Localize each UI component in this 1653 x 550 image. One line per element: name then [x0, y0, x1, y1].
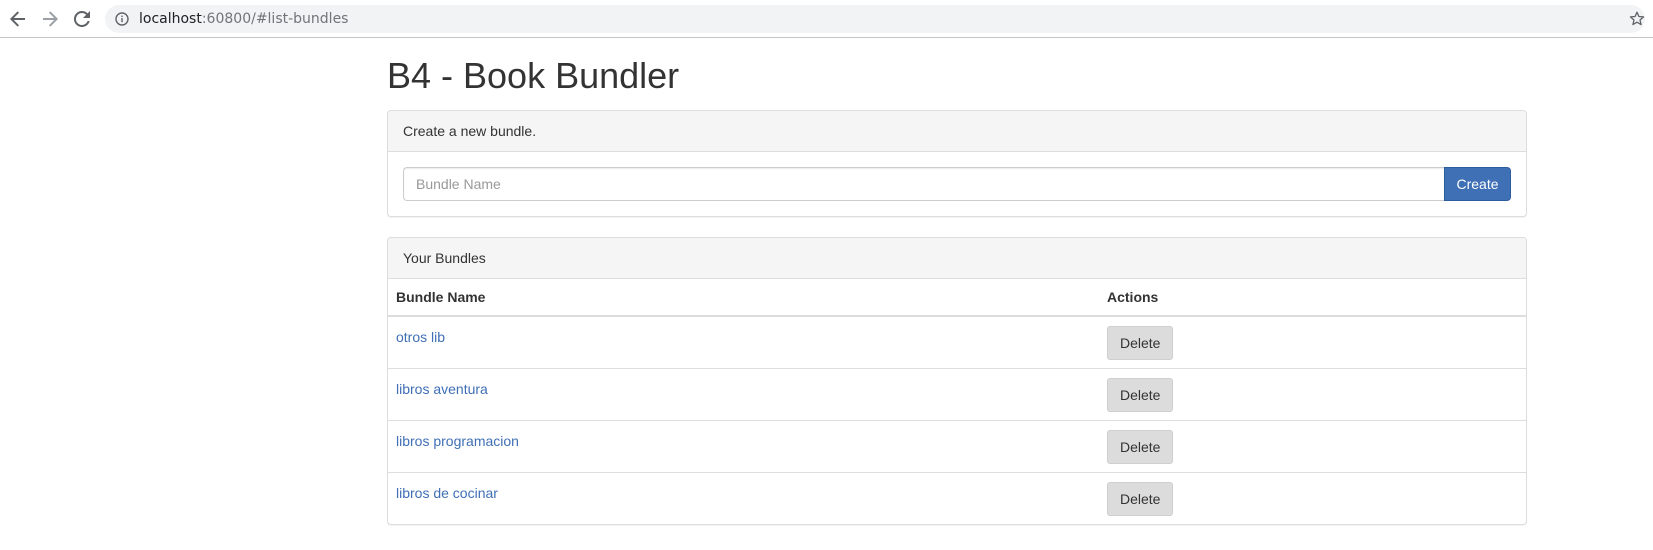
bundles-table: Bundle Name Actions otros lib Delete lib… [388, 279, 1526, 524]
delete-button[interactable]: Delete [1107, 482, 1174, 516]
your-bundles-heading: Your Bundles [388, 238, 1526, 279]
url-text: localhost:60800/#list-bundles [139, 5, 348, 33]
table-row: otros lib Delete [388, 316, 1526, 369]
table-header-row: Bundle Name Actions [388, 279, 1526, 317]
create-bundle-heading: Create a new bundle. [388, 111, 1526, 152]
page-title: B4 - Book Bundler [387, 55, 680, 96]
column-header-bundle-name: Bundle Name [388, 279, 1099, 317]
url-path: :60800/#list-bundles [201, 11, 349, 27]
your-bundles-panel: Your Bundles Bundle Name Actions otros l… [387, 237, 1527, 525]
url-host: localhost [139, 11, 202, 27]
reload-icon[interactable] [71, 8, 93, 30]
bundle-link[interactable]: otros lib [396, 327, 445, 347]
back-arrow-icon[interactable] [7, 8, 29, 30]
create-bundle-body: Create [388, 152, 1526, 216]
bundle-link[interactable]: libros aventura [396, 379, 488, 399]
delete-button[interactable]: Delete [1107, 430, 1174, 464]
browser-toolbar: localhost:60800/#list-bundles [0, 0, 1653, 38]
forward-arrow-icon[interactable] [39, 8, 61, 30]
address-bar[interactable]: localhost:60800/#list-bundles [105, 5, 1645, 33]
table-row: libros de cocinar Delete [388, 472, 1526, 524]
delete-button[interactable]: Delete [1107, 378, 1174, 412]
delete-button[interactable]: Delete [1107, 326, 1174, 360]
info-icon[interactable] [115, 12, 129, 26]
main-container: B4 - Book Bundler Create a new bundle. C… [387, 50, 1527, 545]
table-row: libros programacion Delete [388, 420, 1526, 473]
create-bundle-form: Create [403, 167, 1511, 201]
create-button[interactable]: Create [1444, 167, 1511, 201]
bundle-link[interactable]: libros de cocinar [396, 483, 498, 503]
table-row: libros aventura Delete [388, 368, 1526, 421]
column-header-actions: Actions [1099, 279, 1526, 317]
create-bundle-panel: Create a new bundle. Create [387, 110, 1527, 217]
star-icon[interactable] [1629, 11, 1645, 27]
bundle-link[interactable]: libros programacion [396, 431, 519, 451]
bundle-name-input[interactable] [403, 167, 1444, 201]
